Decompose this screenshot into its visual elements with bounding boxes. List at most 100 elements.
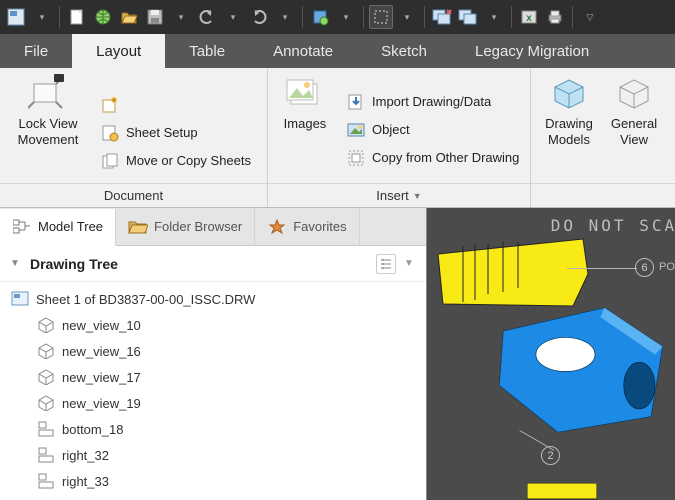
tab-layout[interactable]: Layout bbox=[72, 34, 165, 68]
undo-icon[interactable] bbox=[195, 5, 219, 29]
tree-settings-icon[interactable] bbox=[376, 254, 396, 274]
ribbon-body: Lock View Movement Sheet Setup bbox=[0, 68, 675, 208]
panel-model-views: Drawing Models General View bbox=[531, 68, 675, 207]
blue-part bbox=[471, 300, 675, 440]
side-tab-strip: Model Tree Folder Browser Favorites bbox=[0, 208, 426, 246]
new-file-icon[interactable] bbox=[65, 5, 89, 29]
sheet-setup-button[interactable]: Sheet Setup bbox=[100, 123, 251, 143]
view-iso-icon bbox=[36, 367, 56, 387]
panel-insert-title[interactable]: Insert▼ bbox=[268, 183, 530, 207]
view-iso-icon bbox=[36, 315, 56, 335]
svg-text:x: x bbox=[526, 13, 532, 24]
view-flat-icon bbox=[36, 419, 56, 439]
regenerate-caret[interactable]: ▾ bbox=[334, 5, 358, 29]
side-tab-model-tree-label: Model Tree bbox=[38, 219, 103, 234]
side-tab-model-tree[interactable]: Model Tree bbox=[0, 209, 116, 246]
tree-collapse-caret[interactable]: ▼ bbox=[10, 258, 22, 269]
open-web-icon[interactable] bbox=[91, 5, 115, 29]
images-icon bbox=[285, 74, 325, 114]
view-flat-icon bbox=[36, 445, 56, 465]
move-copy-icon bbox=[100, 151, 120, 171]
print-icon[interactable] bbox=[543, 5, 567, 29]
object-icon bbox=[346, 120, 366, 140]
yellow-bar bbox=[527, 483, 597, 500]
tab-sketch[interactable]: Sketch bbox=[357, 34, 451, 68]
view-iso-icon bbox=[36, 393, 56, 413]
move-copy-sheets-button[interactable]: Move or Copy Sheets bbox=[100, 151, 251, 171]
tree-item[interactable]: new_view_19 bbox=[0, 390, 426, 416]
regenerate-icon[interactable] bbox=[308, 5, 332, 29]
tree-item[interactable]: new_view_16 bbox=[0, 338, 426, 364]
tree-root-row[interactable]: Sheet 1 of BD3837-00-00_ISSC.DRW bbox=[0, 286, 426, 312]
redo-caret[interactable]: ▾ bbox=[273, 5, 297, 29]
balloon-6-note: POS bbox=[659, 261, 675, 273]
redo-icon[interactable] bbox=[247, 5, 271, 29]
close-window-icon[interactable] bbox=[430, 5, 454, 29]
side-tab-favorites[interactable]: Favorites bbox=[255, 208, 359, 245]
new-sheet-icon bbox=[100, 95, 120, 115]
tree-item[interactable]: new_view_17 bbox=[0, 364, 426, 390]
sheet-setup-label: Sheet Setup bbox=[126, 125, 198, 140]
app-menu-icon[interactable] bbox=[4, 5, 28, 29]
excel-export-icon[interactable]: x bbox=[517, 5, 541, 29]
panel-insert: Images Import Drawing/Data Object bbox=[268, 68, 531, 207]
view-flat-icon bbox=[36, 471, 56, 491]
drawing-models-button[interactable]: Drawing Models bbox=[537, 72, 601, 183]
app-menu-caret[interactable]: ▾ bbox=[30, 5, 54, 29]
watermark-text: DO NOT SCALE. bbox=[551, 216, 675, 235]
tree-item[interactable]: bottom_18 bbox=[0, 416, 426, 442]
tab-legacy-migration[interactable]: Legacy Migration bbox=[451, 34, 613, 68]
tree-item-label: new_view_10 bbox=[62, 318, 141, 333]
tree-item[interactable]: right_33 bbox=[0, 468, 426, 494]
tree-options-caret[interactable]: ▼ bbox=[404, 258, 416, 269]
side-tab-folder-browser-label: Folder Browser bbox=[154, 219, 242, 234]
panel-document: Lock View Movement Sheet Setup bbox=[0, 68, 268, 207]
model-tree-icon bbox=[12, 217, 32, 237]
drawing-canvas[interactable]: DO NOT SCALE. 6 POS 2 bbox=[427, 208, 675, 500]
balloon-6[interactable]: 6 bbox=[635, 258, 654, 277]
copy-from-other-drawing-button[interactable]: Copy from Other Drawing bbox=[346, 148, 519, 168]
move-copy-label: Move or Copy Sheets bbox=[126, 153, 251, 168]
import-drawing-data-button[interactable]: Import Drawing/Data bbox=[346, 92, 519, 112]
tree-item-label: right_33 bbox=[62, 474, 109, 489]
open-file-icon[interactable] bbox=[117, 5, 141, 29]
tab-table[interactable]: Table bbox=[165, 34, 249, 68]
qat-customize-caret[interactable]: ▽ bbox=[578, 5, 602, 29]
lock-view-movement-button[interactable]: Lock View Movement bbox=[8, 72, 88, 183]
ribbon-tab-strip: File Layout Table Annotate Sketch Legacy… bbox=[0, 34, 675, 68]
save-icon[interactable] bbox=[143, 5, 167, 29]
tree-item[interactable]: right_32 bbox=[0, 442, 426, 468]
general-view-icon bbox=[614, 74, 654, 114]
select-box-icon[interactable] bbox=[369, 5, 393, 29]
copy-from-icon bbox=[346, 148, 366, 168]
windows-icon[interactable] bbox=[456, 5, 480, 29]
save-caret[interactable]: ▾ bbox=[169, 5, 193, 29]
tree-body: Sheet 1 of BD3837-00-00_ISSC.DRW new_vie… bbox=[0, 282, 426, 500]
select-box-caret[interactable]: ▾ bbox=[395, 5, 419, 29]
general-view-button[interactable]: General View bbox=[603, 72, 665, 183]
panel-model-views-title bbox=[531, 183, 675, 207]
tree-root-label: Sheet 1 of BD3837-00-00_ISSC.DRW bbox=[36, 292, 255, 307]
undo-caret[interactable]: ▾ bbox=[221, 5, 245, 29]
lock-view-icon bbox=[28, 74, 68, 114]
new-sheet-button[interactable] bbox=[100, 95, 251, 115]
object-button[interactable]: Object bbox=[346, 120, 519, 140]
import-drawing-label: Import Drawing/Data bbox=[372, 94, 491, 109]
tree-item[interactable]: new_view_10 bbox=[0, 312, 426, 338]
view-iso-icon bbox=[36, 341, 56, 361]
drawing-models-icon bbox=[549, 74, 589, 114]
balloon-2[interactable]: 2 bbox=[541, 446, 560, 465]
favorites-icon bbox=[267, 217, 287, 237]
import-drawing-icon bbox=[346, 92, 366, 112]
tree-item-label: new_view_19 bbox=[62, 396, 141, 411]
sheet-setup-icon bbox=[100, 123, 120, 143]
tab-file[interactable]: File bbox=[0, 34, 72, 68]
copy-from-label: Copy from Other Drawing bbox=[372, 150, 519, 165]
side-panel: Model Tree Folder Browser Favorites ▼ Dr… bbox=[0, 208, 427, 500]
tree-item-label: right_32 bbox=[62, 448, 109, 463]
side-tab-folder-browser[interactable]: Folder Browser bbox=[116, 208, 255, 245]
tab-annotate[interactable]: Annotate bbox=[249, 34, 357, 68]
windows-caret[interactable]: ▾ bbox=[482, 5, 506, 29]
tree-item-label: new_view_16 bbox=[62, 344, 141, 359]
images-button[interactable]: Images bbox=[276, 72, 334, 183]
